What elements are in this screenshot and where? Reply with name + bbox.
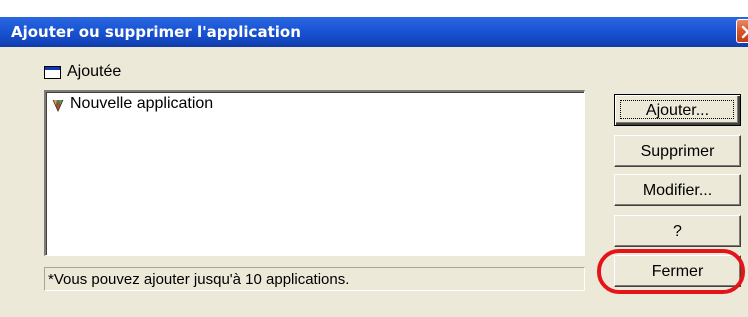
- add-button[interactable]: Ajouter...: [614, 94, 741, 126]
- help-button[interactable]: ?: [614, 215, 741, 247]
- application-listbox[interactable]: Nouvelle application: [44, 90, 585, 256]
- help-button-label: ?: [673, 222, 682, 240]
- footnote-panel: *Vous pouvez ajouter jusqu'à 10 applicat…: [44, 267, 585, 291]
- close-window-button[interactable]: [736, 19, 748, 43]
- list-item-label: Nouvelle application: [70, 95, 214, 112]
- delete-button[interactable]: Supprimer: [614, 135, 741, 167]
- close-button[interactable]: Fermer: [614, 255, 741, 287]
- modify-button[interactable]: Modifier...: [614, 174, 741, 206]
- title-bar: Ajouter ou supprimer l'application: [0, 17, 748, 47]
- window-title: Ajouter ou supprimer l'application: [11, 23, 301, 41]
- application-icon: [52, 99, 64, 112]
- modify-button-label: Modifier...: [642, 181, 713, 199]
- dialog-body: Ajoutée Nouvelle application *Vous pouve…: [0, 47, 748, 317]
- window-icon: [44, 66, 61, 79]
- footnote-text: *Vous pouvez ajouter jusqu'à 10 applicat…: [48, 271, 350, 288]
- group-label: Ajoutée: [67, 63, 122, 80]
- add-button-label: Ajouter...: [645, 101, 710, 119]
- close-button-label: Fermer: [651, 262, 704, 280]
- close-icon: [741, 25, 748, 39]
- dialog-window: Ajouter ou supprimer l'application Ajout…: [0, 0, 748, 317]
- delete-button-label: Supprimer: [640, 142, 715, 160]
